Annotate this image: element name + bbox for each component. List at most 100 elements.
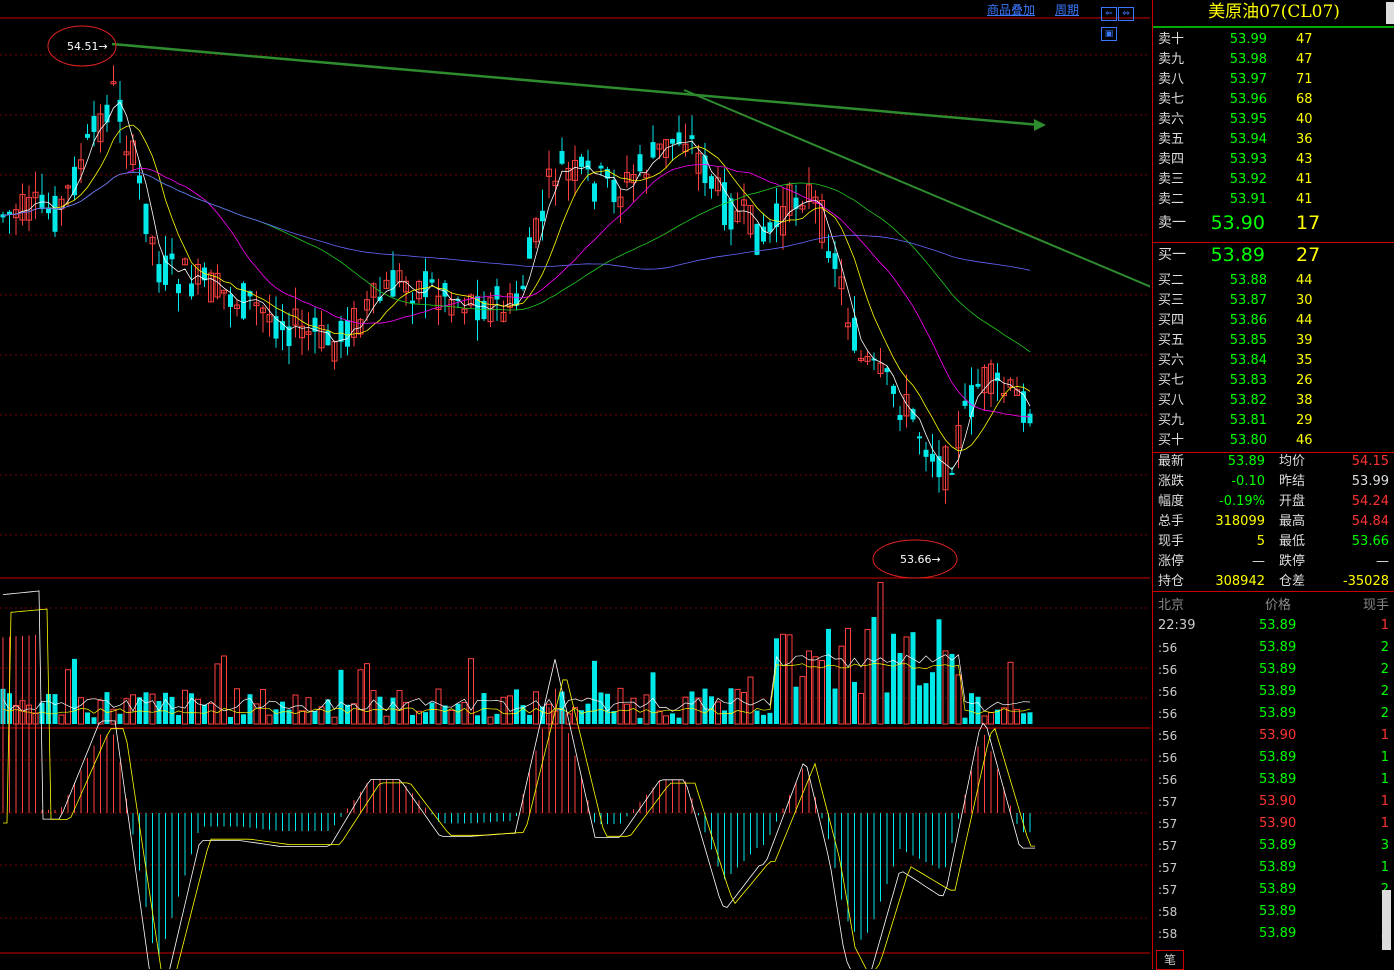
bid-row[interactable]: 买二 53.88 44	[1153, 271, 1394, 291]
candle-body	[579, 156, 584, 167]
ask-row[interactable]: 卖六 53.95 40	[1153, 110, 1394, 130]
ticks-loc-label: 北京	[1158, 598, 1185, 613]
tick-row[interactable]: :56 53.89 2	[1153, 681, 1394, 703]
candle-body	[169, 253, 175, 260]
ask-row[interactable]: 卖三 53.92 41	[1153, 170, 1394, 190]
candle-body	[527, 237, 532, 259]
tick-row[interactable]: :56 53.89 2	[1153, 703, 1394, 725]
restore-icon[interactable]: ▣	[1101, 27, 1117, 41]
tick-row[interactable]: :5853.895	[1153, 923, 1394, 945]
candle-body	[143, 203, 149, 235]
volume-bar	[734, 688, 741, 725]
tick-row[interactable]: :5853.891	[1153, 901, 1394, 923]
volume-bar	[156, 701, 162, 724]
period-link[interactable]: 周期	[1055, 1, 1079, 18]
bid-row[interactable]: 买四 53.86 44	[1153, 311, 1394, 331]
volume-bar	[806, 650, 812, 725]
tick-row[interactable]: 22:39 53.89 1	[1153, 615, 1394, 637]
ask-row[interactable]: 卖四 53.93 43	[1153, 150, 1394, 170]
ask-row[interactable]: 卖二 53.91 41	[1153, 190, 1394, 210]
tick-row[interactable]: :5753.892	[1153, 879, 1394, 901]
volume-bar	[592, 660, 597, 724]
candle-body	[637, 154, 643, 172]
bid-row[interactable]: 买九 53.81 29	[1153, 411, 1394, 431]
level-volume: 36	[1296, 132, 1313, 147]
level-label: 买五	[1158, 333, 1185, 348]
volume-bar	[377, 696, 383, 724]
ticks-tab[interactable]: 笔	[1156, 950, 1184, 970]
candle-body	[163, 255, 168, 285]
bid-row[interactable]: 买五 53.85 39	[1153, 331, 1394, 351]
level-volume: 47	[1296, 32, 1313, 47]
tick-row[interactable]: :57 53.89 3	[1153, 835, 1394, 857]
volume-bar	[475, 715, 480, 724]
ticks-scrollbar[interactable]	[1382, 890, 1391, 950]
ask-row[interactable]: 卖一 53.90 17	[1153, 213, 1394, 233]
ask-row[interactable]: 卖八 53.97 71	[1153, 70, 1394, 90]
volume-bar	[670, 713, 675, 724]
level-label: 卖一	[1158, 215, 1186, 231]
level-label: 卖六	[1158, 112, 1185, 127]
kline-chart-area[interactable]: 商品叠加 周期 ⇐ ⇔▣ 54.51→ 53.66→	[0, 0, 1150, 969]
candle-body	[189, 283, 194, 297]
tick-row[interactable]: :56 53.89 1	[1153, 747, 1394, 769]
level-label: 买七	[1158, 373, 1185, 388]
tick-row[interactable]: :56 53.89 2	[1153, 637, 1394, 659]
volume-bar	[52, 694, 58, 724]
level-price: 53.98	[1229, 52, 1267, 67]
level-price: 53.88	[1229, 273, 1267, 288]
level-label: 卖四	[1158, 152, 1185, 167]
level-price: 53.93	[1229, 152, 1267, 167]
candle-body	[767, 222, 773, 232]
chart-canvas[interactable]	[0, 0, 1150, 969]
tick-row[interactable]: :56 53.89 1	[1153, 769, 1394, 791]
level-price: 53.81	[1229, 413, 1267, 428]
tick-row[interactable]: :57 53.89 1	[1153, 857, 1394, 879]
candle-body	[514, 293, 519, 306]
candle-body	[852, 317, 857, 351]
zoom-in-icon[interactable]: ⇔	[1118, 7, 1134, 21]
bid-row[interactable]: 买一 53.89 27	[1153, 245, 1394, 265]
volume-bar	[949, 653, 955, 724]
level-label: 买六	[1158, 353, 1185, 368]
ma-line	[2, 171, 1031, 271]
candle-body	[137, 175, 142, 184]
ask-row[interactable]: 卖九 53.98 47	[1153, 50, 1394, 70]
volume-bar	[176, 715, 181, 724]
volume-bar	[442, 705, 448, 724]
volume-bar	[130, 694, 136, 725]
candle-body	[559, 151, 565, 164]
volume-bar	[617, 687, 624, 725]
volume-bar	[845, 627, 851, 725]
ask-row[interactable]: 卖七 53.96 68	[1153, 90, 1394, 110]
panel-scrollbar[interactable]	[1386, 2, 1394, 24]
volume-bar	[767, 712, 773, 724]
stat-row: 涨跌 -0.10 昨结 53.99	[1158, 474, 1389, 489]
tick-row[interactable]: :56 53.90 1	[1153, 725, 1394, 747]
volume-bar	[877, 581, 884, 725]
tick-row[interactable]: :57 53.90 1	[1153, 791, 1394, 813]
stat-row: 幅度 -0.19% 开盘 54.24	[1158, 494, 1389, 509]
bid-row[interactable]: 买三 53.87 30	[1153, 291, 1394, 311]
volume-bar	[819, 660, 825, 725]
bid-row[interactable]: 买十 53.80 46	[1153, 431, 1394, 451]
volume-bar	[364, 663, 370, 725]
candle-body	[650, 142, 656, 158]
bid-row[interactable]: 买六 53.84 35	[1153, 351, 1394, 371]
tick-row[interactable]: :56 53.89 2	[1153, 659, 1394, 681]
candle-body	[969, 385, 974, 418]
bid-row[interactable]: 买八 53.82 38	[1153, 391, 1394, 411]
overlay-link[interactable]: 商品叠加	[987, 1, 1035, 18]
candle-body	[689, 135, 695, 139]
ticks-price-label: 价格	[1265, 598, 1292, 613]
ask-row[interactable]: 卖五 53.94 36	[1153, 130, 1394, 150]
volume-bar	[826, 628, 831, 724]
bid-row[interactable]: 买七 53.83 26	[1153, 371, 1394, 391]
volume-bar	[423, 712, 428, 724]
tick-row[interactable]: :57 53.90 1	[1153, 813, 1394, 835]
trend-line	[683, 89, 1150, 288]
volume-bar	[754, 710, 760, 724]
ask-row[interactable]: 卖十 53.99 47	[1153, 30, 1394, 50]
level-price: 53.94	[1229, 132, 1267, 147]
zoom-out-icon[interactable]: ⇐	[1101, 7, 1117, 21]
